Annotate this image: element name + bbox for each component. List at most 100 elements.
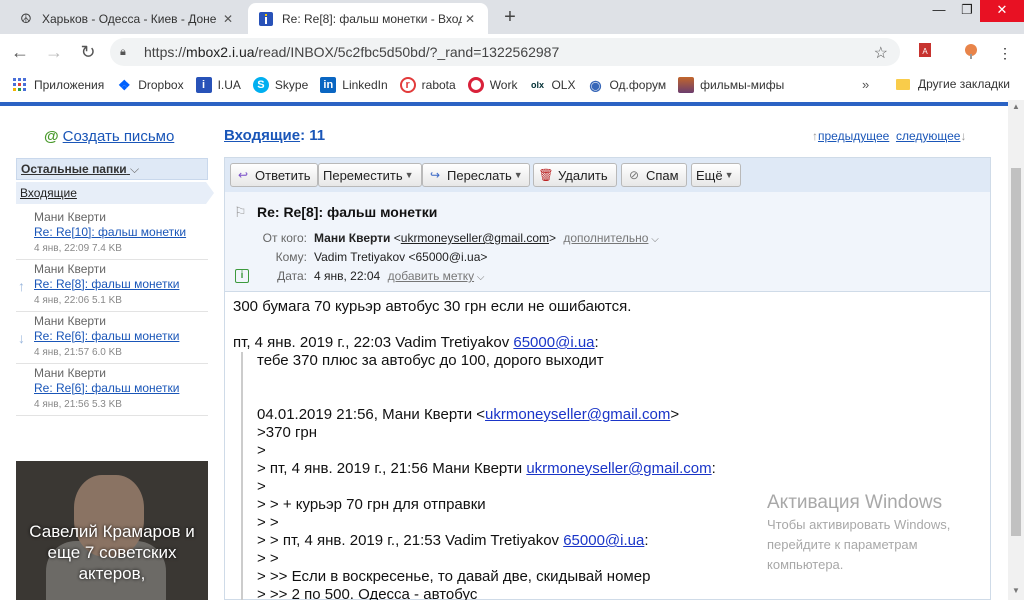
- email-link[interactable]: 65000@i.ua: [563, 532, 644, 549]
- maximize-button[interactable]: ❐: [950, 0, 984, 22]
- pdf-extension-icon[interactable]: A: [914, 42, 936, 64]
- chevron-down-icon: ⌵: [474, 272, 485, 283]
- chevron-down-icon: ▼: [513, 170, 523, 180]
- apps-icon: [12, 77, 28, 93]
- previous-message-link[interactable]: предыдущее: [818, 129, 889, 143]
- close-icon[interactable]: ✕: [462, 11, 478, 27]
- more-details-link[interactable]: дополнительно: [563, 231, 648, 245]
- compose-link[interactable]: @ Создать письмо: [44, 128, 174, 145]
- bookmark-dropbox[interactable]: ❖ Dropbox: [116, 76, 184, 93]
- more-button[interactable]: Ещё ▼: [691, 163, 741, 187]
- bookmarks-more-button[interactable]: »: [862, 70, 869, 100]
- work-icon: [467, 77, 484, 93]
- tab-title: Харьков - Одесса - Киев - Доне: [42, 11, 217, 26]
- bookmark-apps[interactable]: Приложения: [12, 77, 104, 93]
- window-close-button[interactable]: ✕: [980, 0, 1024, 22]
- scroll-up-icon[interactable]: ▲: [1012, 102, 1020, 111]
- forward-icon: ↪: [429, 168, 441, 182]
- browser-window: ☮ Харьков - Одесса - Киев - Доне ✕ Re: R…: [0, 0, 1024, 600]
- message-pager: ↑предыдущее следующее↓: [812, 129, 966, 143]
- arrow-up-icon: ↑: [18, 278, 25, 294]
- email-link[interactable]: 65000@i.ua: [513, 334, 594, 351]
- menu-icon[interactable]: ⋮: [994, 42, 1016, 64]
- windows-activation-watermark: Активация Windows Чтобы активировать Win…: [767, 492, 951, 572]
- tab-mail[interactable]: Re: Re[8]: фальш монетки - Вход ✕: [248, 3, 488, 34]
- tab-kharkov[interactable]: ☮ Харьков - Одесса - Киев - Доне ✕: [8, 3, 246, 34]
- delete-button[interactable]: 🗑︎ Удалить: [533, 163, 617, 187]
- extension-icon[interactable]: [960, 42, 982, 64]
- reload-button[interactable]: ↻: [74, 38, 102, 66]
- bookmark-iua[interactable]: i I.UA: [195, 77, 241, 93]
- bookmark-star-icon[interactable]: ☆: [874, 43, 888, 63]
- folder-inbox[interactable]: Входящие: [16, 182, 214, 204]
- message-toolbar: ↩ Ответить Переместить ▼ ↪ Переслать ▼ 🗑︎ Уда…: [225, 158, 990, 192]
- other-bookmarks[interactable]: Другие закладки: [896, 77, 1010, 91]
- forward-button[interactable]: →: [40, 38, 68, 66]
- other-folders-dropdown[interactable]: Остальные папки ⌵: [16, 158, 208, 180]
- scroll-down-icon[interactable]: ▼: [1012, 586, 1020, 595]
- svg-text:A: A: [922, 47, 928, 56]
- page-title: Входящие: 11: [224, 127, 326, 144]
- skype-icon: S: [252, 77, 269, 93]
- reply-button[interactable]: ↩ Ответить: [230, 163, 318, 187]
- bookmarks-bar: Приложения ❖ Dropbox i I.UA S Skype in L…: [0, 70, 1024, 100]
- chevron-down-icon: ⌵: [129, 162, 140, 176]
- tab-title: Re: Re[8]: фальш монетки - Вход: [282, 11, 462, 26]
- forward-button[interactable]: ↪ Переслать ▼: [422, 163, 530, 187]
- back-button[interactable]: ←: [6, 38, 34, 66]
- list-item[interactable]: Мани Кверти Re: Re[6]: фальш монетки 4 я…: [16, 364, 208, 416]
- linkedin-icon: in: [320, 77, 337, 93]
- flag-icon[interactable]: ⚐: [234, 204, 247, 221]
- bookmark-films[interactable]: фильмы-мифы: [678, 77, 784, 93]
- promo-caption: Савелий Крамаров и еще 7 советских актер…: [29, 522, 195, 583]
- compose-icon: @: [44, 128, 59, 145]
- bookmark-skype[interactable]: S Skype: [252, 77, 308, 93]
- chevron-down-icon: ▼: [724, 170, 734, 180]
- scrollbar-thumb[interactable]: [1011, 168, 1021, 536]
- dropbox-icon: ❖: [117, 76, 131, 93]
- bookmark-work[interactable]: Work: [467, 77, 517, 93]
- iua-icon: [258, 11, 274, 27]
- sender-email[interactable]: ukrmoneyseller@gmail.com: [401, 231, 549, 245]
- trash-icon: 🗑︎: [538, 168, 554, 182]
- add-label-link[interactable]: добавить метку: [388, 269, 475, 283]
- header-stripe: [0, 102, 1008, 106]
- message-date: 4 янв, 22:04: [314, 269, 381, 283]
- reply-icon: ↩: [237, 168, 249, 182]
- iua-icon: i: [195, 77, 212, 93]
- move-button[interactable]: Переместить ▼: [318, 163, 422, 187]
- film-icon: [678, 77, 695, 93]
- email-link[interactable]: ukrmoneyseller@gmail.com: [526, 460, 711, 477]
- spam-button[interactable]: ⊘ Спам: [621, 163, 687, 187]
- next-message-link[interactable]: следующее: [896, 129, 961, 143]
- navigation-bar: ← → ↻ 🔒︎ https://mbox2.i.ua/read/INBOX/5…: [0, 34, 1024, 70]
- page-scrollbar[interactable]: ▲ ▼: [1008, 100, 1024, 600]
- recipient: Vadim Tretiyakov <65000@i.ua>: [314, 250, 488, 264]
- info-icon[interactable]: i: [235, 269, 249, 283]
- bookmark-odforum[interactable]: ◉ Од.форум: [587, 77, 666, 93]
- new-tab-button[interactable]: +: [500, 7, 520, 27]
- close-icon[interactable]: ✕: [220, 11, 236, 27]
- url-text: https://mbox2.i.ua/read/INBOX/5c2fbc5d50…: [144, 44, 560, 60]
- address-bar[interactable]: 🔒︎ https://mbox2.i.ua/read/INBOX/5c2fbc5…: [110, 38, 900, 66]
- eye-icon: ◉: [589, 76, 602, 93]
- chevron-down-icon: ▼: [404, 170, 414, 180]
- block-icon: ⊘: [628, 168, 640, 182]
- chevron-down-icon: ⌵: [648, 234, 659, 245]
- list-item[interactable]: ↓ Мани Кверти Re: Re[6]: фальш монетки 4…: [16, 312, 208, 364]
- email-link[interactable]: ukrmoneyseller@gmail.com: [485, 406, 670, 423]
- list-item[interactable]: ↑ Мани Кверти Re: Re[8]: фальш монетки 4…: [16, 260, 208, 312]
- arrow-down-icon: ↓: [18, 330, 25, 346]
- bookmark-rabota[interactable]: r rabota: [399, 77, 456, 93]
- bookmark-olx[interactable]: olx OLX: [529, 77, 576, 93]
- tab-strip: ☮ Харьков - Одесса - Киев - Доне ✕ Re: R…: [0, 0, 1024, 34]
- message-list: Мани Кверти Re: Re[10]: фальш монетки 4 …: [16, 208, 208, 416]
- folder-icon: [896, 78, 910, 90]
- list-item[interactable]: Мани Кверти Re: Re[10]: фальш монетки 4 …: [16, 208, 208, 260]
- message-header: ⚐ Re: Re[8]: фальш монетки От кого: Мани…: [225, 192, 990, 292]
- message-subject: Re: Re[8]: фальш монетки: [257, 204, 438, 220]
- promo-banner[interactable]: Савелий Крамаров и еще 7 советских актер…: [16, 461, 208, 600]
- sender-name: Мани Кверти: [314, 231, 391, 245]
- rabota-icon: r: [399, 77, 416, 93]
- bookmark-linkedin[interactable]: in LinkedIn: [320, 77, 388, 93]
